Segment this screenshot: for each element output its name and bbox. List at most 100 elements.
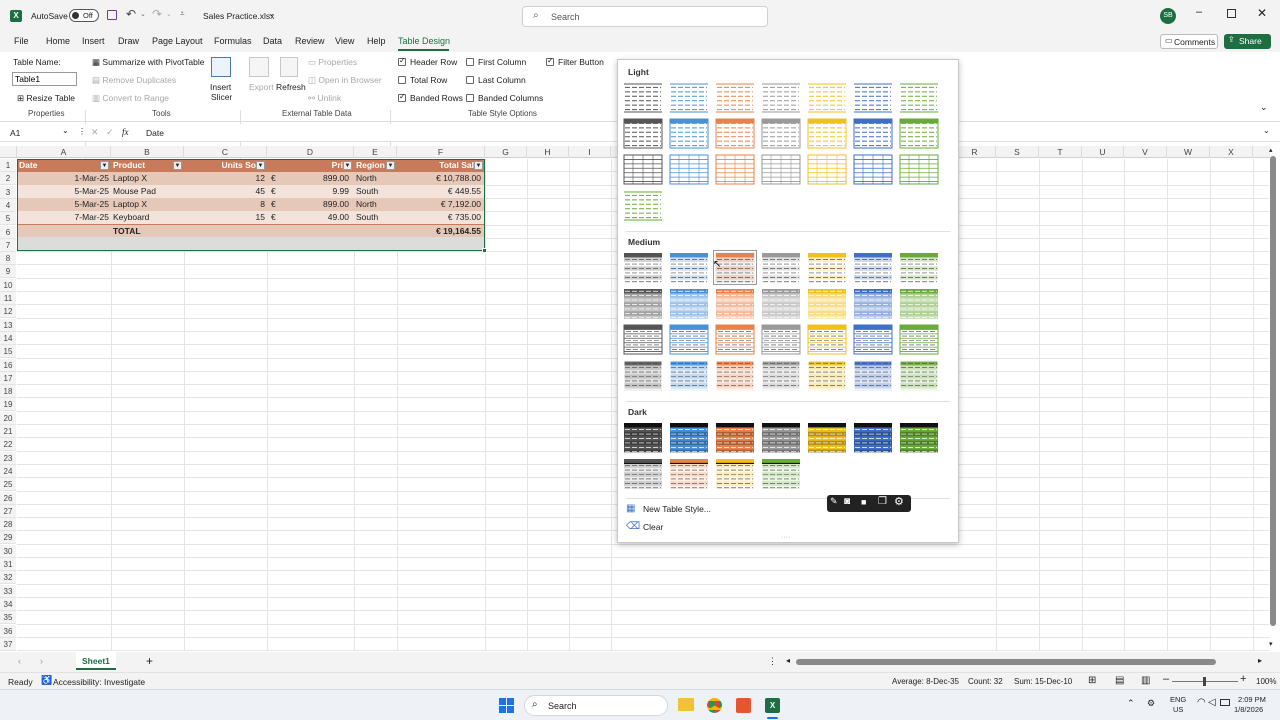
table-style-swatch-medium-12[interactable]: [853, 288, 893, 319]
row-header[interactable]: 2: [0, 172, 16, 186]
search-box[interactable]: ⌕ Search: [522, 6, 768, 27]
function-icon[interactable]: fx: [122, 127, 129, 137]
scroll-left-arrow-icon[interactable]: ◂: [786, 656, 790, 665]
table-style-swatch-medium-23[interactable]: [715, 360, 755, 391]
name-box-dropdown-icon[interactable]: ⌄: [62, 126, 69, 135]
copy-icon[interactable]: ❐: [878, 496, 887, 507]
table-style-swatch-medium-5[interactable]: [853, 252, 893, 283]
table-style-swatch-medium-8[interactable]: [669, 288, 709, 319]
column-header-v[interactable]: V: [1124, 146, 1167, 158]
undo-icon[interactable]: ↶: [126, 7, 136, 21]
table-style-swatch-medium-18[interactable]: [807, 324, 847, 355]
last-column-checkbox[interactable]: [466, 76, 474, 84]
column-header-c[interactable]: C: [184, 146, 267, 158]
camera-icon[interactable]: ◙: [844, 496, 850, 507]
tab-table-design[interactable]: Table Design: [398, 36, 450, 46]
clock-time[interactable]: 2:09 PM: [1238, 695, 1266, 704]
table-style-swatch-medium-7[interactable]: [623, 288, 663, 319]
banded-rows-checkbox[interactable]: [398, 92, 406, 102]
sheet-tab[interactable]: Sheet1: [76, 652, 116, 670]
horizontal-scrollbar[interactable]: ◂ ▸: [786, 656, 1266, 666]
tab-data[interactable]: Data: [263, 36, 282, 46]
name-box[interactable]: A1: [10, 128, 70, 138]
table-style-swatch-medium-1[interactable]: [669, 252, 709, 283]
table-style-swatch-medium-3[interactable]: [761, 252, 801, 283]
scroll-down-arrow-icon[interactable]: ▾: [1269, 640, 1273, 648]
column-header-u[interactable]: U: [1082, 146, 1124, 158]
windows-start-icon[interactable]: [499, 698, 514, 713]
column-header-i[interactable]: I: [569, 146, 611, 158]
table-style-swatch-light-2[interactable]: [715, 82, 755, 113]
row-header[interactable]: 35: [0, 611, 16, 625]
scroll-up-arrow-icon[interactable]: ▴: [1269, 146, 1273, 154]
table-style-swatch-medium-26[interactable]: [853, 360, 893, 391]
column-header-f[interactable]: F: [397, 146, 485, 158]
accessibility-icon[interactable]: ♿: [41, 675, 52, 686]
volume-icon[interactable]: ◁: [1208, 697, 1216, 708]
redo-icon[interactable]: ↷: [152, 7, 162, 21]
row-header[interactable]: 8: [0, 252, 16, 266]
average-status[interactable]: Average: 8-Dec-35: [892, 677, 959, 686]
column-header-r[interactable]: R: [954, 146, 996, 158]
tab-view[interactable]: View: [335, 36, 354, 46]
filename-dropdown-icon[interactable]: ⌄: [268, 9, 275, 18]
row-header[interactable]: 33: [0, 584, 16, 598]
table-style-swatch-medium-13[interactable]: [899, 288, 939, 319]
row-header[interactable]: 22: [0, 438, 16, 452]
file-name[interactable]: Sales Practice.xlsx: [203, 11, 274, 21]
table-style-swatch-medium-22[interactable]: [669, 360, 709, 391]
column-header-a[interactable]: A: [17, 146, 111, 158]
table-style-swatch-light-8[interactable]: [669, 118, 709, 149]
row-header[interactable]: 25: [0, 478, 16, 492]
taskbar-search-box[interactable]: ⌕ Search: [524, 695, 668, 716]
export-icon[interactable]: [249, 57, 269, 77]
total-row-checkbox[interactable]: [398, 76, 406, 84]
table-style-swatch-light-6[interactable]: [899, 82, 939, 113]
enter-icon[interactable]: ✓: [106, 127, 114, 138]
share-button[interactable]: ⇪ Share: [1224, 34, 1271, 49]
row-header[interactable]: 5: [0, 212, 16, 226]
row-header[interactable]: 3: [0, 185, 16, 199]
row-header[interactable]: 29: [0, 531, 16, 545]
table-style-swatch-medium-6[interactable]: [899, 252, 939, 283]
settings-gear-icon[interactable]: ⚙: [894, 495, 904, 508]
redo-dropdown-icon[interactable]: ⌄: [166, 10, 172, 18]
table-style-swatch-medium-14[interactable]: [623, 324, 663, 355]
row-header[interactable]: 30: [0, 544, 16, 558]
row-header[interactable]: 26: [0, 491, 16, 505]
accessibility-status[interactable]: Accessibility: Investigate: [53, 677, 145, 687]
zoom-slider-thumb[interactable]: [1203, 677, 1206, 686]
table-style-swatch-light-16[interactable]: [715, 154, 755, 185]
row-header[interactable]: 16: [0, 358, 16, 372]
row-header[interactable]: 32: [0, 571, 16, 585]
row-header[interactable]: 31: [0, 558, 16, 571]
table-style-swatch-dark-4[interactable]: [807, 422, 847, 453]
table-style-swatch-dark-0[interactable]: [623, 422, 663, 453]
video-icon[interactable]: ■: [861, 497, 866, 507]
table-style-swatch-light-7[interactable]: [623, 118, 663, 149]
table-style-swatch-light-12[interactable]: [853, 118, 893, 149]
autosave-toggle[interactable]: Off: [69, 9, 99, 22]
column-header-x[interactable]: X: [1210, 146, 1253, 158]
pen-icon[interactable]: ✎: [830, 496, 838, 507]
row-header[interactable]: 12: [0, 305, 16, 319]
table-style-swatch-dark-1[interactable]: [669, 422, 709, 453]
refresh-label[interactable]: Refresh: [276, 82, 306, 92]
comments-button[interactable]: ▭ Comments: [1160, 34, 1218, 49]
table-style-swatch-light-20[interactable]: [899, 154, 939, 185]
table-style-swatch-medium-15[interactable]: [669, 324, 709, 355]
tray-app-icon[interactable]: ⚙: [1147, 698, 1155, 709]
normal-view-icon[interactable]: ⊞: [1088, 675, 1096, 686]
table-style-swatch-light-1[interactable]: [669, 82, 709, 113]
tab-home[interactable]: Home: [46, 36, 70, 46]
table-style-swatch-medium-20[interactable]: [899, 324, 939, 355]
clear-item[interactable]: ⌫ Clear: [626, 520, 826, 536]
row-header[interactable]: 27: [0, 504, 16, 518]
table-style-swatch-dark-7[interactable]: [623, 458, 663, 489]
row-header[interactable]: 11: [0, 292, 16, 305]
scroll-right-icon[interactable]: ›: [40, 656, 43, 666]
table-style-swatch-dark-3[interactable]: [761, 422, 801, 453]
table-style-swatch-light-5[interactable]: [853, 82, 893, 113]
row-header[interactable]: 7: [0, 238, 16, 252]
row-header[interactable]: 17: [0, 371, 16, 385]
